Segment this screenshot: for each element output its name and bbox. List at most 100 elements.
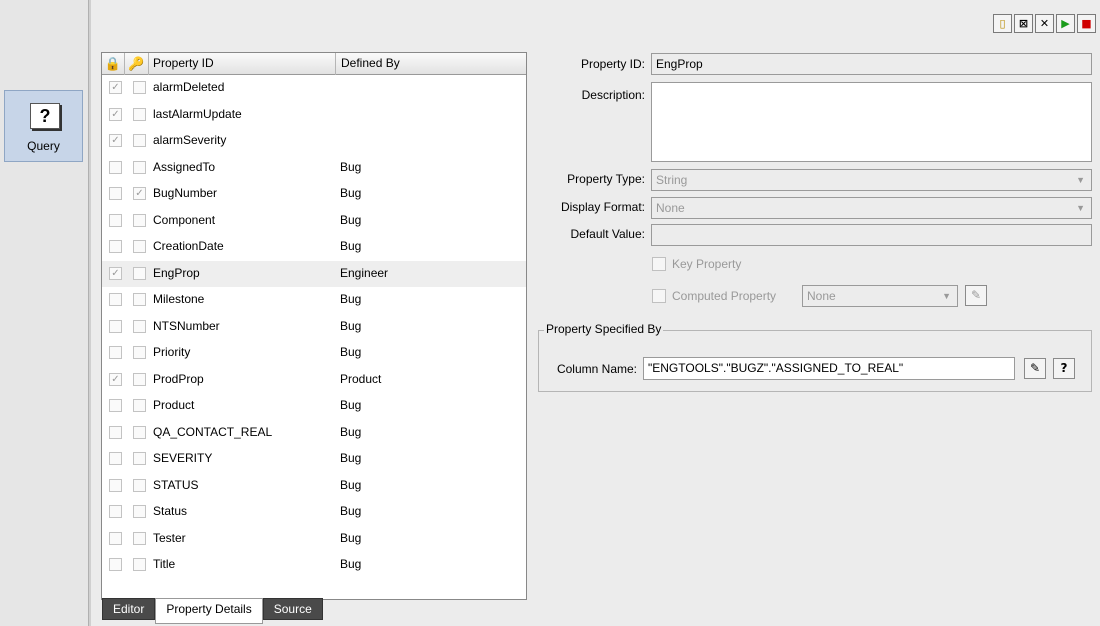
key-checkbox[interactable] [133,505,146,518]
key-checkbox[interactable] [133,107,146,121]
lock-checkbox[interactable] [109,240,122,253]
key-checkbox[interactable] [133,213,146,227]
lock-checkbox[interactable]: ✓ [109,266,122,280]
query-button[interactable]: ? Query [4,90,83,162]
header-defined-by[interactable]: Defined By [336,53,526,75]
defined-by-cell: Bug [340,504,362,518]
lock-checkbox[interactable] [109,505,122,518]
key-checkbox[interactable] [133,160,146,174]
table-body: ✓ alarmDeleted ✓ lastAlarmUpdate ✓ alarmSever… [102,75,526,579]
new-icon[interactable]: ▯ [993,14,1012,33]
defined-by-cell: Bug [340,239,362,253]
key-property-checkbox[interactable] [652,257,666,271]
property-id-cell: alarmDeleted [153,80,225,94]
lock-checkbox[interactable]: ✓ [109,134,122,147]
key-checkbox[interactable] [133,134,146,147]
key-checkbox[interactable] [133,531,146,545]
property-id-cell: Milestone [153,292,205,306]
property-id-cell: Title [153,557,176,571]
property-id-cell: Priority [153,345,191,359]
tab-editor[interactable]: Editor [102,598,156,620]
lock-checkbox[interactable] [109,187,122,200]
property-id-cell: QA_CONTACT_REAL [153,424,273,439]
lock-checkbox[interactable] [109,213,122,227]
lock-checkbox[interactable] [109,160,122,174]
key-checkbox[interactable] [133,558,146,571]
header-property-id[interactable]: Property ID [149,53,336,75]
edit-icon[interactable]: ✎ [965,285,987,306]
defined-by-cell: Bug [340,424,362,439]
table-row[interactable]: Status Bug [102,499,526,526]
lock-icon[interactable]: 🔒 [102,53,125,75]
table-row[interactable]: STATUS Bug [102,473,526,500]
lock-checkbox[interactable]: ✓ [109,372,122,386]
key-checkbox[interactable]: ✓ [133,187,146,200]
key-checkbox[interactable] [133,425,146,439]
lock-checkbox[interactable] [109,425,122,439]
lock-checkbox[interactable] [109,399,122,412]
table-row[interactable]: Title Bug [102,552,526,579]
table-row[interactable]: ✓ lastAlarmUpdate [102,102,526,129]
lock-checkbox[interactable] [109,319,122,333]
property-id-field[interactable]: EngProp [651,53,1092,75]
key-checkbox[interactable] [133,372,146,386]
close-all-icon[interactable]: ⊠ [1014,14,1033,33]
table-row[interactable]: Tester Bug [102,526,526,553]
property-type-value: String [656,173,688,187]
table-row[interactable]: Component Bug [102,208,526,235]
property-type-select[interactable]: String ▼ [651,169,1092,191]
lock-checkbox[interactable] [109,293,122,306]
key-checkbox[interactable] [133,81,146,94]
key-checkbox[interactable] [133,240,146,253]
table-row[interactable]: SEVERITY Bug [102,446,526,473]
key-checkbox[interactable] [133,452,146,465]
table-row[interactable]: CreationDate Bug [102,234,526,261]
lock-checkbox[interactable] [109,452,122,465]
tab-property-details[interactable]: Property Details [155,598,263,624]
key-checkbox[interactable] [133,346,146,359]
property-id-cell: Tester [153,530,186,545]
key-checkbox[interactable] [133,319,146,333]
chevron-down-icon: ▼ [1076,203,1085,213]
key-icon[interactable]: 🔑 [125,53,149,75]
lock-checkbox[interactable] [109,531,122,545]
property-id-cell: Product [153,398,195,412]
play-icon[interactable]: ▶ [1056,14,1075,33]
table-row[interactable]: ✓ alarmDeleted [102,75,526,102]
computed-property-select[interactable]: None ▼ [802,285,958,307]
help-button[interactable]: ? [1053,358,1075,379]
table-row[interactable]: NTSNumber Bug [102,314,526,341]
table-row[interactable]: AssignedTo Bug [102,155,526,182]
lock-checkbox[interactable]: ✓ [109,81,122,94]
key-checkbox[interactable] [133,293,146,306]
tab-source[interactable]: Source [262,598,323,620]
defined-by-cell: Bug [340,292,362,306]
column-name-field[interactable]: "ENGTOOLS"."BUGZ"."ASSIGNED_TO_REAL" [643,357,1015,380]
nav-splitter[interactable] [88,0,91,626]
description-field[interactable] [651,82,1092,162]
table-row[interactable]: QA_CONTACT_REAL Bug [102,420,526,447]
delete-icon[interactable]: ✕ [1035,14,1054,33]
display-format-select[interactable]: None ▼ [651,197,1092,219]
table-row[interactable]: Milestone Bug [102,287,526,314]
lock-checkbox[interactable] [109,478,122,492]
lock-checkbox[interactable] [109,558,122,571]
property-id-cell: ProdProp [153,371,204,386]
table-row[interactable]: ✓ EngProp Engineer [102,260,526,287]
table-row[interactable]: ✓ alarmSeverity [102,128,526,155]
key-checkbox[interactable] [133,399,146,412]
table-row[interactable]: ✓ BugNumber Bug [102,181,526,208]
computed-property-checkbox[interactable] [652,289,666,303]
default-value-field[interactable] [651,224,1092,246]
table-row[interactable]: Product Bug [102,393,526,420]
table-row[interactable]: Priority Bug [102,340,526,367]
key-checkbox[interactable] [133,266,146,280]
stop-icon[interactable]: ■ [1077,14,1096,33]
property-id-cell: STATUS [153,477,199,492]
table-row[interactable]: ✓ ProdProp Product [102,367,526,394]
key-checkbox[interactable] [133,478,146,492]
lock-checkbox[interactable] [109,346,122,359]
edit-icon[interactable]: ✎ [1024,358,1046,379]
lock-checkbox[interactable]: ✓ [109,107,122,121]
chevron-down-icon: ▼ [1076,175,1085,185]
